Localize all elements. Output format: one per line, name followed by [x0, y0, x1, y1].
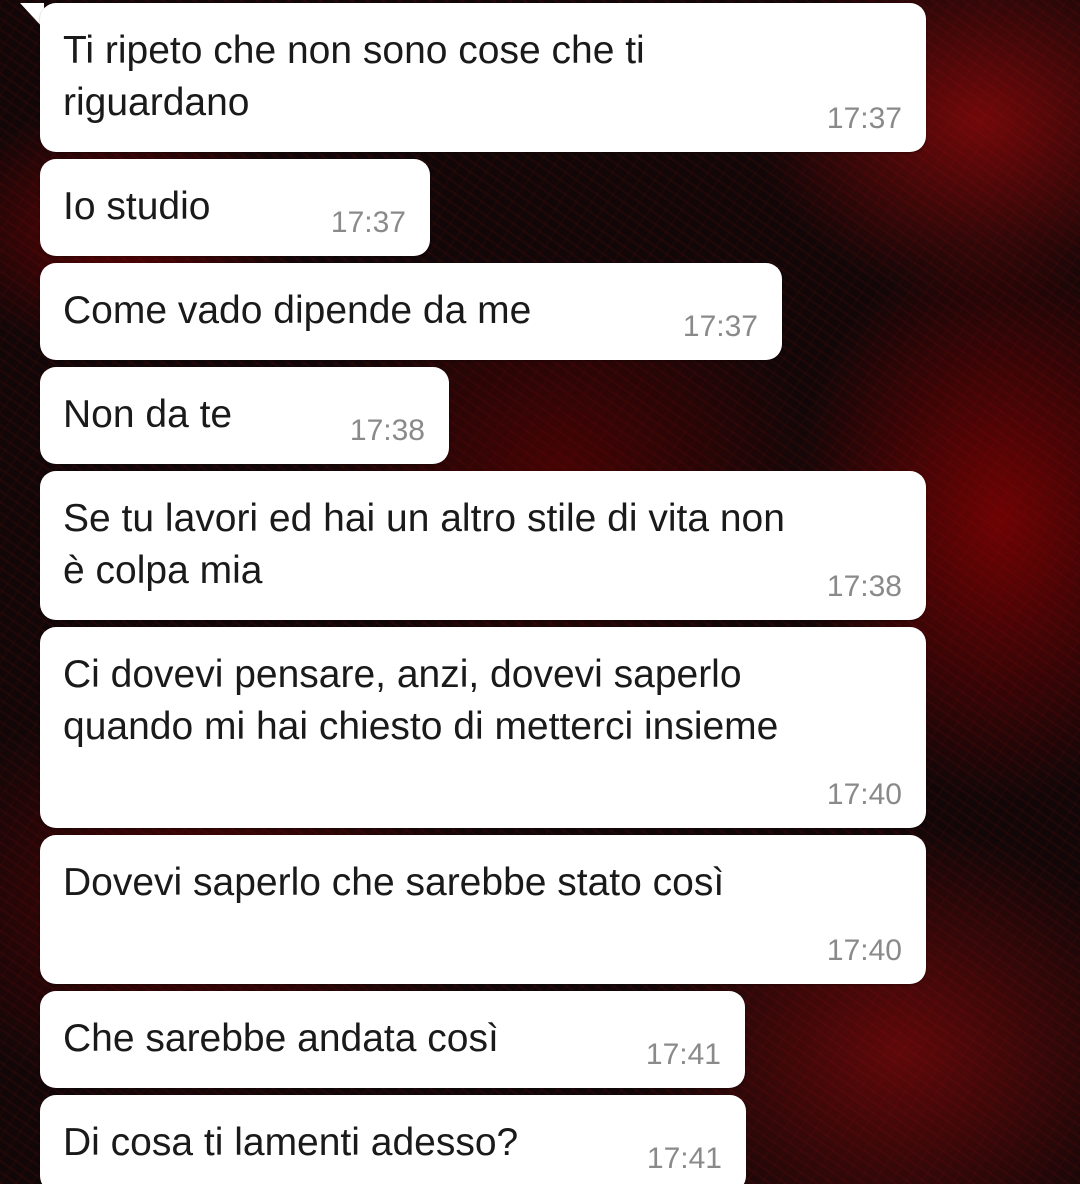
incoming-message-bubble[interactable]: Ti ripeto che non sono cose che ti rigua… [40, 3, 926, 152]
incoming-message-bubble[interactable]: Io studio 17:37 [40, 159, 430, 256]
message-timestamp: 17:38 [349, 414, 425, 447]
message-text: Che sarebbe andata così [63, 1017, 499, 1060]
message-timestamp: 17:40 [826, 778, 902, 811]
message-timestamp: 17:37 [330, 206, 406, 239]
message-text: Ti ripeto che non sono cose che ti rigua… [63, 29, 645, 124]
incoming-message-bubble[interactable]: Se tu lavori ed hai un altro stile di vi… [40, 471, 926, 620]
message-timestamp: 17:41 [646, 1142, 722, 1175]
incoming-message-bubble[interactable]: Ci dovevi pensare, anzi, dovevi saperlo … [40, 627, 926, 828]
incoming-message-bubble[interactable]: Come vado dipende da me 17:37 [40, 263, 782, 360]
message-timestamp: 17:40 [826, 934, 902, 967]
message-text: Ci dovevi pensare, anzi, dovevi saperlo … [63, 653, 779, 748]
message-text: Dovevi saperlo che sarebbe stato così [63, 861, 725, 904]
message-timestamp: 17:38 [826, 570, 902, 603]
message-text: Di cosa ti lamenti adesso? [63, 1121, 519, 1164]
message-text: Come vado dipende da me [63, 289, 532, 332]
message-timestamp: 17:41 [645, 1038, 721, 1071]
message-timestamp: 17:37 [682, 310, 758, 343]
message-text: Se tu lavori ed hai un altro stile di vi… [63, 497, 785, 592]
incoming-message-bubble[interactable]: Non da te 17:38 [40, 367, 449, 464]
chat-conversation[interactable]: Ti ripeto che non sono cose che ti rigua… [0, 0, 1080, 1184]
incoming-message-bubble[interactable]: Che sarebbe andata così 17:41 [40, 991, 745, 1088]
incoming-message-bubble[interactable]: Dovevi saperlo che sarebbe stato così 17… [40, 835, 926, 984]
incoming-message-bubble[interactable]: Di cosa ti lamenti adesso? 17:41 [40, 1095, 746, 1184]
message-timestamp: 17:37 [826, 102, 902, 135]
